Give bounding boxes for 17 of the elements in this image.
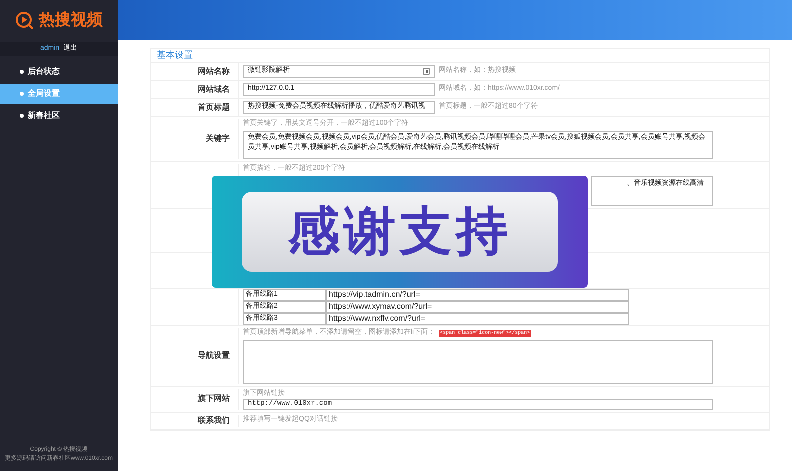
table-cell[interactable]: https://www.xymav.com/?url= <box>326 301 629 313</box>
field-label: 导航设置 <box>198 350 230 362</box>
thanks-banner: 感谢支持 <box>212 176 588 288</box>
field-label: 网站域名 <box>198 84 230 96</box>
field-label: 首页标题 <box>198 102 230 114</box>
table-cell[interactable]: https://www.nxflv.com/?url= <box>326 313 629 325</box>
textarea-field[interactable] <box>243 340 713 384</box>
sidebar-item[interactable]: 新春社区 <box>0 106 118 126</box>
logo-text: 热搜视频 <box>39 10 103 31</box>
sidebar-item[interactable]: 后台状态 <box>0 62 118 82</box>
table-cell[interactable]: https://vip.tadmin.cn/?url= <box>326 289 629 301</box>
field-label: 旗下网站 <box>198 393 230 406</box>
field-label: 网站名称 <box>198 66 230 78</box>
section-title: 基本设置 <box>157 48 193 62</box>
play-logo-icon <box>15 11 35 31</box>
field-label: 联系我们 <box>198 415 230 427</box>
field-label: 关键字 <box>206 132 230 145</box>
